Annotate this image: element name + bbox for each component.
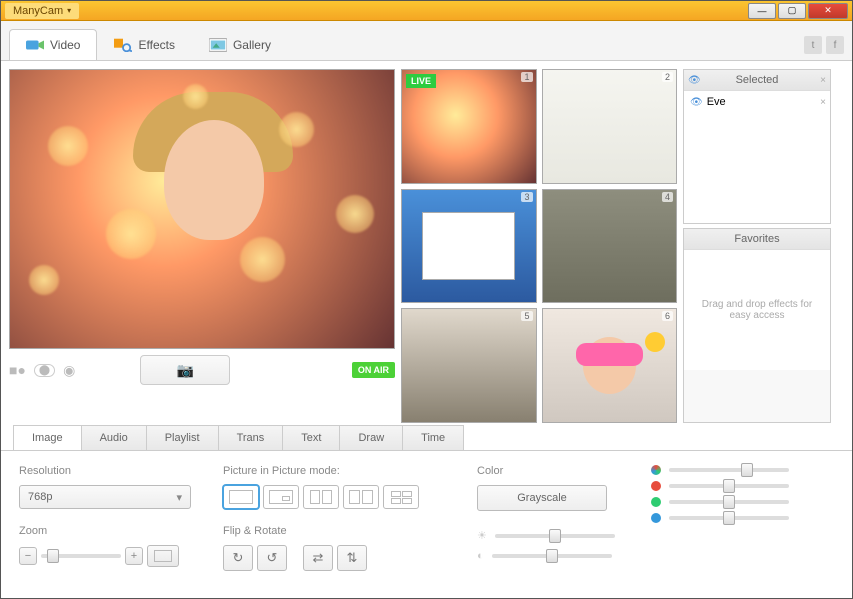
thumb-number: 4: [662, 192, 673, 202]
effect-name: Eve: [707, 96, 726, 108]
btab-trans[interactable]: Trans: [218, 425, 284, 450]
thumb-5[interactable]: 5: [401, 308, 537, 423]
favorites-dropzone[interactable]: Drag and drop effects for easy access: [684, 250, 830, 370]
tab-video[interactable]: Video: [9, 29, 97, 60]
green-icon: [651, 497, 661, 507]
gallery-icon: [209, 38, 227, 52]
eye-icon[interactable]: 👁: [688, 75, 702, 85]
red-icon: [651, 481, 661, 491]
thumb-1[interactable]: LIVE 1: [401, 69, 537, 184]
maximize-button[interactable]: ▢: [778, 3, 806, 19]
thumb-number: 2: [662, 72, 673, 82]
brightness-icon: ☀: [477, 529, 487, 542]
thumb-number: 5: [521, 311, 532, 321]
thumb-6[interactable]: 6: [542, 308, 678, 423]
camera-icon: 📷: [176, 362, 193, 379]
record-icon[interactable]: ■●: [9, 362, 26, 378]
flip-vertical-button[interactable]: ⇅: [337, 545, 367, 571]
rotate-right-button[interactable]: ↻: [223, 545, 253, 571]
btab-playlist[interactable]: Playlist: [146, 425, 219, 450]
rgb-slider[interactable]: [669, 468, 789, 472]
favorites-hint: Drag and drop effects for easy access: [694, 299, 820, 321]
zoom-slider[interactable]: [41, 554, 121, 558]
pip-mode-inset[interactable]: [263, 485, 299, 509]
camera-small-icon[interactable]: ◉: [63, 362, 75, 379]
zoom-out-button[interactable]: −: [19, 547, 37, 565]
thumb-3[interactable]: 3: [401, 189, 537, 304]
twitter-button[interactable]: t: [804, 36, 822, 54]
thumb-4[interactable]: 4: [542, 189, 678, 304]
tab-gallery[interactable]: Gallery: [192, 29, 288, 60]
close-button[interactable]: ✕: [808, 3, 848, 19]
live-badge: LIVE: [406, 74, 436, 88]
resolution-dropdown[interactable]: 768p: [19, 485, 191, 509]
resolution-value: 768p: [28, 491, 52, 503]
resolution-label: Resolution: [19, 465, 199, 477]
tab-gallery-label: Gallery: [233, 38, 271, 52]
thumb-2[interactable]: 2: [542, 69, 678, 184]
toggle-icon[interactable]: ⬤: [34, 364, 55, 377]
zoom-fit-button[interactable]: [147, 545, 179, 567]
selected-panel: 👁 Selected × 👁 Eve ×: [683, 69, 831, 224]
tab-video-label: Video: [50, 38, 80, 52]
contrast-slider[interactable]: [492, 554, 612, 558]
brightness-slider[interactable]: [495, 534, 615, 538]
blue-icon: [651, 513, 661, 523]
btab-image[interactable]: Image: [13, 425, 82, 450]
pip-mode-quad[interactable]: [383, 485, 419, 509]
thumb-number: 6: [662, 311, 673, 321]
image-settings-panel: Resolution 768p Zoom − + Picture in Pict…: [1, 451, 852, 585]
btab-audio[interactable]: Audio: [81, 425, 147, 450]
selected-effect-item[interactable]: 👁 Eve ×: [684, 91, 830, 113]
on-air-badge: ON AIR: [352, 362, 395, 378]
thumb-number: 1: [521, 72, 532, 82]
tab-effects[interactable]: Effects: [97, 29, 191, 60]
main-tabs: Video Effects Gallery t f: [1, 21, 852, 61]
pip-mode-none[interactable]: [223, 485, 259, 509]
facebook-button[interactable]: f: [826, 36, 844, 54]
favorites-panel: Favorites Drag and drop effects for easy…: [683, 228, 831, 423]
rgb-icon: [651, 465, 661, 475]
pip-label: Picture in Picture mode:: [223, 465, 453, 477]
red-slider[interactable]: [669, 484, 789, 488]
pip-mode-side[interactable]: [303, 485, 339, 509]
flip-label: Flip & Rotate: [223, 525, 453, 537]
titlebar: ManyCam ▾ — ▢ ✕: [1, 1, 852, 21]
favorites-header: Favorites: [734, 233, 779, 245]
btab-text[interactable]: Text: [282, 425, 340, 450]
tab-effects-label: Effects: [138, 38, 174, 52]
grayscale-button[interactable]: Grayscale: [477, 485, 607, 511]
minimize-button[interactable]: —: [748, 3, 776, 19]
contrast-icon: ◐: [477, 550, 484, 562]
source-thumbnails: LIVE 1 2 3 4 5 6: [401, 69, 677, 423]
video-icon: [26, 38, 44, 52]
thumb-number: 3: [521, 192, 532, 202]
pip-mode-split-v[interactable]: [343, 485, 379, 509]
btab-draw[interactable]: Draw: [339, 425, 403, 450]
color-label: Color: [477, 465, 627, 477]
zoom-in-button[interactable]: +: [125, 547, 143, 565]
btab-time[interactable]: Time: [402, 425, 464, 450]
effects-icon: [114, 38, 132, 52]
snapshot-button[interactable]: 📷: [140, 355, 230, 385]
settings-tabs: Image Audio Playlist Trans Text Draw Tim…: [1, 425, 852, 451]
zoom-label: Zoom: [19, 525, 199, 537]
eye-icon[interactable]: 👁: [690, 97, 703, 108]
green-slider[interactable]: [669, 500, 789, 504]
remove-effect-icon[interactable]: ×: [820, 97, 826, 108]
flip-horizontal-button[interactable]: ⇄: [303, 545, 333, 571]
chevron-down-icon: ▾: [67, 6, 71, 15]
main-video-preview[interactable]: [9, 69, 395, 349]
app-title: ManyCam: [13, 5, 63, 17]
panel-close-icon[interactable]: ×: [820, 75, 826, 86]
selected-header: Selected: [736, 74, 779, 86]
app-menu[interactable]: ManyCam ▾: [5, 3, 79, 19]
rotate-left-button[interactable]: ↺: [257, 545, 287, 571]
blue-slider[interactable]: [669, 516, 789, 520]
